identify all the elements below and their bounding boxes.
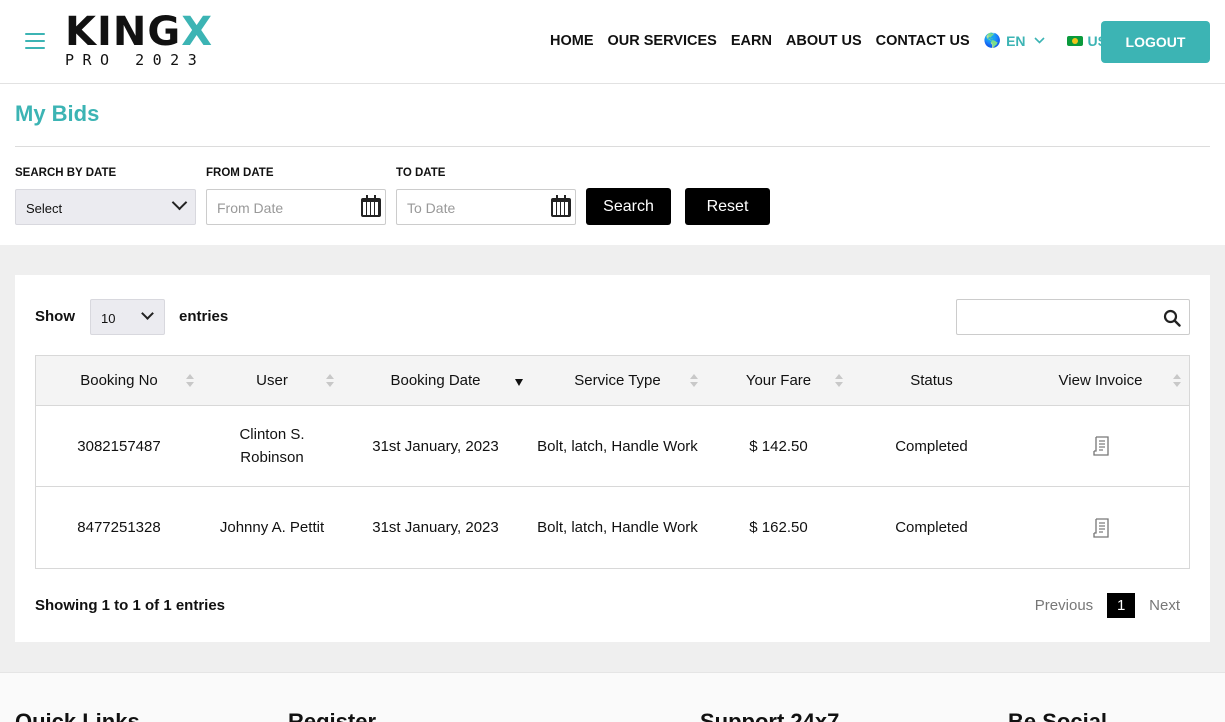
- sort-icon: [326, 374, 334, 388]
- language-label: EN: [1006, 32, 1026, 49]
- column-header-booking-no[interactable]: Booking No: [36, 356, 202, 405]
- fare-cell: $ 142.50: [749, 437, 808, 455]
- nav-home[interactable]: HOME: [550, 33, 594, 49]
- logo-text-accent: X: [181, 9, 214, 55]
- column-header-user[interactable]: User: [202, 356, 342, 405]
- booking-date-cell: 31st January, 2023: [372, 437, 499, 455]
- footer-heading-quick-links: Quick Links: [15, 709, 140, 722]
- site-header: KINGX PRO 2023 HOME OUR SERVICES EARN AB…: [0, 0, 1225, 84]
- user-cell: Clinton S. Robinson: [239, 426, 305, 466]
- globe-icon: 🌎: [983, 32, 1002, 48]
- page-button-current[interactable]: 1: [1107, 593, 1136, 618]
- main-nav: HOME OUR SERVICES EARN ABOUT US CONTACT …: [550, 32, 1136, 49]
- search-button[interactable]: Search: [586, 188, 671, 225]
- search-by-date-select[interactable]: Select: [15, 189, 196, 225]
- search-by-date-label: SEARCH BY DATE: [15, 167, 117, 179]
- column-label: Service Type: [574, 372, 661, 389]
- calendar-icon[interactable]: [361, 195, 381, 217]
- chevron-down-icon: [141, 307, 154, 320]
- column-header-your-fare[interactable]: Your Fare: [706, 356, 851, 405]
- invoice-icon[interactable]: [1091, 517, 1111, 539]
- from-date-label: FROM DATE: [206, 167, 274, 179]
- reset-button[interactable]: Reset: [685, 188, 770, 225]
- user-cell: Johnny A. Pettit: [219, 519, 325, 536]
- invoice-icon[interactable]: [1091, 435, 1111, 457]
- column-label: Your Fare: [745, 372, 812, 389]
- search-icon[interactable]: [1163, 309, 1181, 327]
- nav-contact-us[interactable]: CONTACT US: [876, 33, 970, 49]
- flag-icon: [1066, 35, 1083, 46]
- sort-descending-icon: [515, 379, 523, 386]
- to-date-label: TO DATE: [396, 167, 446, 179]
- table-row: 3082157487 Clinton S. Robinson 31st Janu…: [36, 406, 1189, 487]
- booking-date-cell: 31st January, 2023: [372, 519, 499, 536]
- service-type-cell: Bolt, latch, Handle Work: [537, 519, 698, 536]
- from-date-placeholder: From Date: [217, 200, 284, 216]
- nav-earn[interactable]: EARN: [731, 33, 772, 49]
- sort-icon: [690, 374, 698, 388]
- entries-label: entries: [179, 308, 229, 325]
- next-page-button[interactable]: Next: [1149, 597, 1180, 614]
- nav-our-services[interactable]: OUR SERVICES: [608, 33, 717, 49]
- column-label: Status: [910, 372, 953, 389]
- status-cell: Completed: [895, 437, 968, 455]
- show-label: Show: [35, 308, 75, 325]
- menu-icon[interactable]: [25, 33, 45, 49]
- language-selector[interactable]: 🌎 EN: [984, 32, 1045, 49]
- table-info: Showing 1 to 1 of 1 entries: [35, 597, 226, 614]
- divider: [15, 146, 1210, 147]
- sort-icon: [186, 374, 194, 388]
- from-date-input[interactable]: From Date: [206, 189, 386, 225]
- chevron-down-icon: [1033, 35, 1045, 47]
- to-date-input[interactable]: To Date: [396, 189, 576, 225]
- column-label: View Invoice: [1058, 372, 1143, 389]
- sort-icon: [1173, 374, 1181, 388]
- pagination: Previous 1 Next: [1035, 593, 1180, 618]
- status-cell: Completed: [895, 519, 968, 536]
- page-title: My Bids: [15, 101, 100, 126]
- invoice-cell: [1012, 406, 1189, 486]
- column-header-booking-date[interactable]: Booking Date: [342, 356, 529, 405]
- logo-subtitle: PRO 2023: [65, 51, 206, 69]
- column-label: User: [256, 372, 288, 389]
- service-type-cell: Bolt, latch, Handle Work: [537, 437, 698, 455]
- footer-heading-support: Support 24x7: [700, 709, 840, 722]
- calendar-icon[interactable]: [551, 195, 571, 217]
- column-header-view-invoice[interactable]: View Invoice: [1012, 356, 1189, 405]
- column-header-service-type[interactable]: Service Type: [529, 356, 706, 405]
- invoice-cell: [1012, 487, 1189, 568]
- bids-table: Booking No User Booking Date Service Typ…: [35, 355, 1190, 569]
- table-search-input[interactable]: [956, 299, 1190, 335]
- select-value: Select: [26, 201, 63, 216]
- nav-about-us[interactable]: ABOUT US: [786, 33, 862, 49]
- fare-cell: $ 162.50: [749, 519, 808, 536]
- logo-text-main: KING: [65, 9, 182, 55]
- table-row: 8477251328 Johnny A. Pettit 31st January…: [36, 487, 1189, 568]
- column-label: Booking Date: [390, 372, 481, 389]
- previous-page-button[interactable]: Previous: [1035, 597, 1093, 614]
- booking-no-cell: 3082157487: [77, 437, 161, 455]
- chevron-down-icon: [171, 194, 188, 211]
- column-header-status[interactable]: Status: [851, 356, 1012, 405]
- table-header: Booking No User Booking Date Service Typ…: [36, 356, 1189, 406]
- site-footer: Quick Links Register Support 24x7 Be Soc…: [0, 672, 1225, 722]
- footer-heading-be-social: Be Social: [1008, 709, 1108, 722]
- entries-value: 10: [101, 311, 116, 326]
- entries-per-page-select[interactable]: 10: [90, 299, 165, 335]
- brand-logo[interactable]: KINGX PRO 2023: [65, 12, 215, 70]
- footer-heading-register: Register: [288, 709, 377, 722]
- logout-button[interactable]: LOGOUT: [1101, 21, 1210, 63]
- to-date-placeholder: To Date: [407, 200, 456, 216]
- booking-no-cell: 8477251328: [77, 519, 161, 536]
- sort-icon: [835, 374, 843, 388]
- column-label: Booking No: [80, 372, 158, 389]
